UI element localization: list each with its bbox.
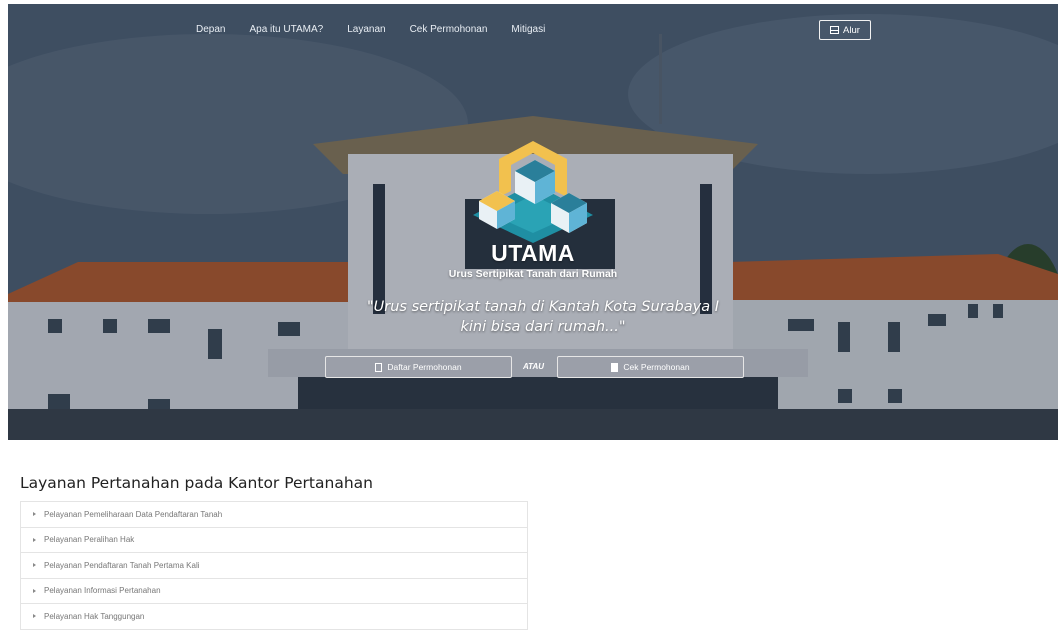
top-navigation: Depan Apa itu UTAMA? Layanan Cek Permoho… xyxy=(196,24,569,35)
cek-permohonan-button[interactable]: Cek Permohonan xyxy=(557,356,744,378)
alur-button[interactable]: Alur xyxy=(819,20,871,40)
document-icon xyxy=(375,362,383,372)
nav-item-cek-permohonan[interactable]: Cek Permohonan xyxy=(410,24,488,35)
accordion-item-pendaftaran-pertama[interactable]: Pelayanan Pendaftaran Tanah Pertama Kali xyxy=(21,553,527,579)
services-section-title: Layanan Pertanahan pada Kantor Pertanaha… xyxy=(20,474,373,492)
file-icon xyxy=(611,362,619,372)
daftar-permohonan-label: Daftar Permohonan xyxy=(387,362,462,372)
nav-item-layanan[interactable]: Layanan xyxy=(347,24,385,35)
separator-atau: ATAU xyxy=(523,362,545,371)
nav-item-apa-itu-utama[interactable]: Apa itu UTAMA? xyxy=(249,24,323,35)
hero-quote-line-2: kini bisa dari rumah..." xyxy=(460,319,626,335)
nav-item-mitigasi[interactable]: Mitigasi xyxy=(511,24,545,35)
hero-banner: Depan Apa itu UTAMA? Layanan Cek Permoho… xyxy=(8,4,1058,440)
accordion-item-informasi-pertanahan[interactable]: Pelayanan Informasi Pertanahan xyxy=(21,579,527,604)
logo-subtitle: Urus Sertipikat Tanah dari Rumah xyxy=(448,268,618,280)
utama-logo-icon xyxy=(473,141,593,243)
nav-item-depan[interactable]: Depan xyxy=(196,24,225,35)
accordion-item-label: Pelayanan Pemeliharaan Data Pendaftaran … xyxy=(44,509,223,519)
caret-right-icon xyxy=(33,563,36,568)
accordion-item-label: Pelayanan Hak Tanggungan xyxy=(44,611,145,621)
list-icon xyxy=(830,26,840,34)
services-accordion: Pelayanan Pemeliharaan Data Pendaftaran … xyxy=(20,501,528,630)
accordion-item-label: Pelayanan Pendaftaran Tanah Pertama Kali xyxy=(44,560,200,570)
accordion-item-label: Pelayanan Informasi Pertanahan xyxy=(44,586,161,596)
caret-right-icon xyxy=(33,588,36,593)
alur-button-label: Alur xyxy=(843,24,860,36)
accordion-item-peralihan-hak[interactable]: Pelayanan Peralihan Hak xyxy=(21,528,527,553)
logo-title: UTAMA xyxy=(491,240,575,266)
caret-right-icon xyxy=(33,614,36,619)
hero-quote-line-1: "Urus sertipikat tanah di Kantah Kota Su… xyxy=(366,299,719,315)
cek-permohonan-label: Cek Permohonan xyxy=(623,362,690,372)
caret-right-icon xyxy=(33,537,36,542)
caret-right-icon xyxy=(33,512,36,517)
accordion-item-label: Pelayanan Peralihan Hak xyxy=(44,535,135,545)
hero-quote: "Urus sertipikat tanah di Kantah Kota Su… xyxy=(348,297,738,337)
daftar-permohonan-button[interactable]: Daftar Permohonan xyxy=(325,356,512,378)
accordion-item-pemeliharaan-data[interactable]: Pelayanan Pemeliharaan Data Pendaftaran … xyxy=(21,502,527,528)
